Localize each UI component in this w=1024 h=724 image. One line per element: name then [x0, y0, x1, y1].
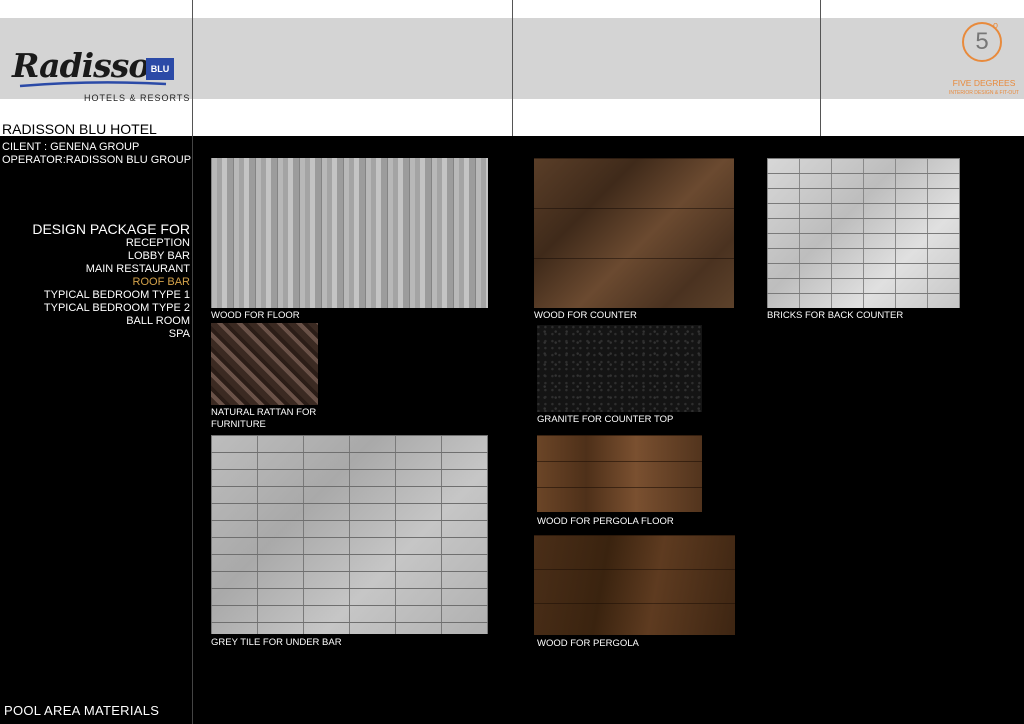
wood-counter-caption: WOOD FOR COUNTER — [534, 310, 637, 321]
client-line: CILENT : GENENA GROUP — [2, 141, 140, 153]
package-list: RECEPTION LOBBY BAR MAIN RESTAURANT ROOF BA… — [0, 237, 190, 341]
brand-tagline: HOTELS & RESORTS — [84, 93, 191, 103]
header-divider — [512, 0, 513, 136]
bricks-caption: BRICKS FOR BACK COUNTER — [767, 310, 904, 321]
package-item: LOBBY BAR — [127, 250, 190, 262]
wood-counter-swatch — [534, 158, 734, 308]
rattan-swatch — [211, 323, 318, 405]
pergola-caption: WOOD FOR PERGOLA — [537, 638, 639, 649]
pergola-floor-caption: WOOD FOR PERGOLA FLOOR — [537, 516, 674, 527]
logo-numeral: 5 — [975, 28, 989, 55]
bricks-swatch — [767, 158, 960, 308]
degree-symbol: o — [993, 20, 999, 30]
grey-tile-swatch — [211, 435, 488, 634]
partner-subtitle: INTERIOR DESIGN & FIT-OUT — [948, 90, 1019, 96]
swoosh-icon — [19, 81, 167, 88]
header-divider — [820, 0, 821, 136]
pergola-floor-swatch — [537, 435, 702, 512]
grey-tile-caption: GREY TILE FOR UNDER BAR — [211, 637, 342, 648]
wood-floor-caption: WOOD FOR FLOOR — [211, 310, 300, 321]
operator-line: OPERATOR:RADISSON BLU GROUP — [2, 154, 192, 166]
package-item: TYPICAL BEDROOM TYPE 1 — [43, 289, 190, 301]
granite-caption: GRANITE FOR COUNTER TOP — [537, 414, 674, 425]
footer-title: POOL AREA MATERIALS — [4, 703, 160, 718]
package-item: RECEPTION — [125, 237, 190, 249]
partner-name: FIVE DEGREES — [952, 78, 1016, 88]
header-divider — [192, 0, 193, 136]
wood-floor-swatch — [211, 158, 488, 308]
brand-badge: BLU — [146, 58, 174, 80]
left-panel-divider — [192, 136, 193, 724]
package-item: SPA — [168, 328, 190, 340]
pergola-swatch — [534, 535, 735, 635]
project-title: RADISSON BLU HOTEL — [2, 121, 157, 137]
rattan-caption-line1: NATURAL RATTAN FOR — [211, 407, 317, 418]
package-item: TYPICAL BEDROOM TYPE 2 — [43, 302, 190, 314]
rattan-caption-line2: FURNITURE — [211, 419, 266, 430]
five-degrees-logo: 5 o FIVE DEGREES INTERIOR DESIGN & FIT-O… — [948, 20, 1020, 98]
radisson-blu-logo: Radisson BLU HOTELS & RESORTS — [0, 18, 192, 103]
package-item: ROOF BAR — [132, 276, 190, 288]
package-title: DESIGN PACKAGE FOR — [32, 221, 190, 237]
package-item: MAIN RESTAURANT — [85, 263, 190, 275]
package-item: BALL ROOM — [126, 315, 190, 327]
granite-swatch — [537, 325, 702, 412]
